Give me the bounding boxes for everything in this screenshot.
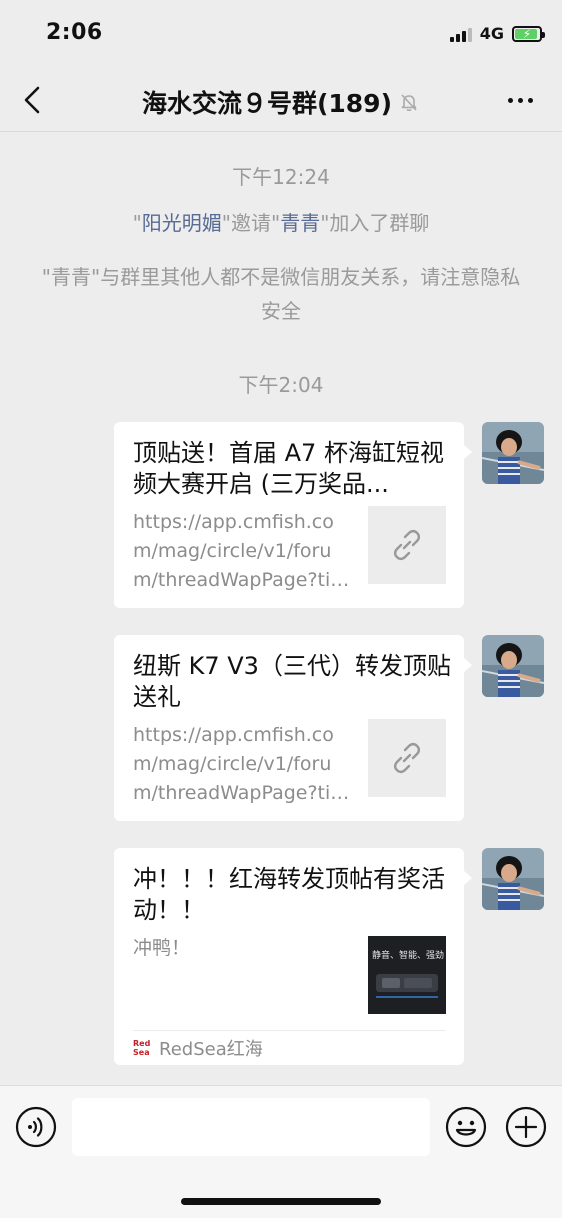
plus-icon bbox=[505, 1106, 547, 1148]
invitee-name[interactable]: 青青 bbox=[280, 211, 320, 235]
network-type: 4G bbox=[479, 24, 504, 43]
invite-notice: "阳光明媚"邀请"青青"加入了群聊 bbox=[132, 211, 430, 235]
nav-bar: 海水交流９号群(189) bbox=[0, 68, 562, 132]
card-title: 纽斯 K7 V3（三代）转发顶贴送礼 bbox=[133, 652, 451, 711]
signal-icon bbox=[449, 26, 472, 42]
nav-title-area: 海水交流９号群(189) bbox=[0, 84, 562, 120]
source-name: RedSea红海 bbox=[159, 1039, 263, 1060]
status-indicators: 4G ⚡ bbox=[449, 24, 545, 43]
article-card[interactable]: 冲！！！红海转发顶帖有奖活动！！ 冲鸭！ 静音、智能、强劲 Red Sea Re… bbox=[114, 848, 472, 1065]
link-thumbnail bbox=[368, 506, 446, 584]
mute-bell-icon bbox=[401, 94, 417, 112]
card-title: 顶贴送！首届 A7 杯海缸短视频大赛开启 (三万奖品... bbox=[133, 439, 444, 498]
emoji-button[interactable] bbox=[445, 1106, 487, 1148]
group-title: 海水交流９号群(189) bbox=[141, 89, 393, 118]
message-input[interactable] bbox=[72, 1098, 430, 1156]
article-thumbnail: 静音、智能、强劲 bbox=[368, 936, 446, 1014]
privacy-notice: "青青"与群里其他人都不是微信朋友关系，请注意隐私安全 bbox=[41, 265, 521, 323]
redsea-logo-icon: Red Sea bbox=[133, 1039, 151, 1057]
card-title: 冲！！！红海转发顶帖有奖活动！！ bbox=[133, 865, 445, 924]
card-source: Red Sea RedSea红海 bbox=[133, 1030, 446, 1065]
link-card[interactable]: 纽斯 K7 V3（三代）转发顶贴送礼 https://app.cmfish.co… bbox=[114, 635, 472, 821]
thumbnail-caption: 静音、智能、强劲 bbox=[372, 951, 445, 961]
avatar[interactable] bbox=[482, 635, 544, 697]
emoji-icon bbox=[445, 1106, 487, 1148]
inviter-name[interactable]: 阳光明媚 bbox=[142, 211, 222, 235]
timestamp: 下午12:24 bbox=[232, 165, 330, 189]
avatar[interactable] bbox=[482, 422, 544, 484]
status-bar: 2:06 4G ⚡ bbox=[0, 0, 562, 68]
status-time: 2:06 bbox=[46, 20, 103, 45]
more-functions-button[interactable] bbox=[505, 1106, 547, 1148]
link-icon bbox=[393, 742, 421, 774]
link-icon bbox=[393, 529, 421, 561]
link-thumbnail bbox=[368, 719, 446, 797]
battery-icon: ⚡ bbox=[512, 25, 545, 42]
voice-input-button[interactable] bbox=[15, 1106, 57, 1148]
card-description: 冲鸭！ bbox=[133, 937, 191, 959]
timestamp: 下午2:04 bbox=[238, 373, 324, 397]
voice-icon bbox=[15, 1106, 57, 1148]
home-indicator bbox=[181, 1198, 381, 1205]
input-bar bbox=[0, 1085, 562, 1218]
chat-area[interactable]: 下午12:24 "阳光明媚"邀请"青青"加入了群聊 "青青"与群里其他人都不是微… bbox=[0, 133, 562, 1085]
link-card[interactable]: 顶贴送！首届 A7 杯海缸短视频大赛开启 (三万奖品... https://ap… bbox=[114, 422, 472, 608]
more-options-button[interactable] bbox=[508, 86, 540, 114]
card-url: https://app.cmfish.com/mag/circle/v1/for… bbox=[133, 724, 334, 804]
avatar[interactable] bbox=[482, 848, 544, 910]
card-url: https://app.cmfish.com/mag/circle/v1/for… bbox=[133, 511, 334, 591]
